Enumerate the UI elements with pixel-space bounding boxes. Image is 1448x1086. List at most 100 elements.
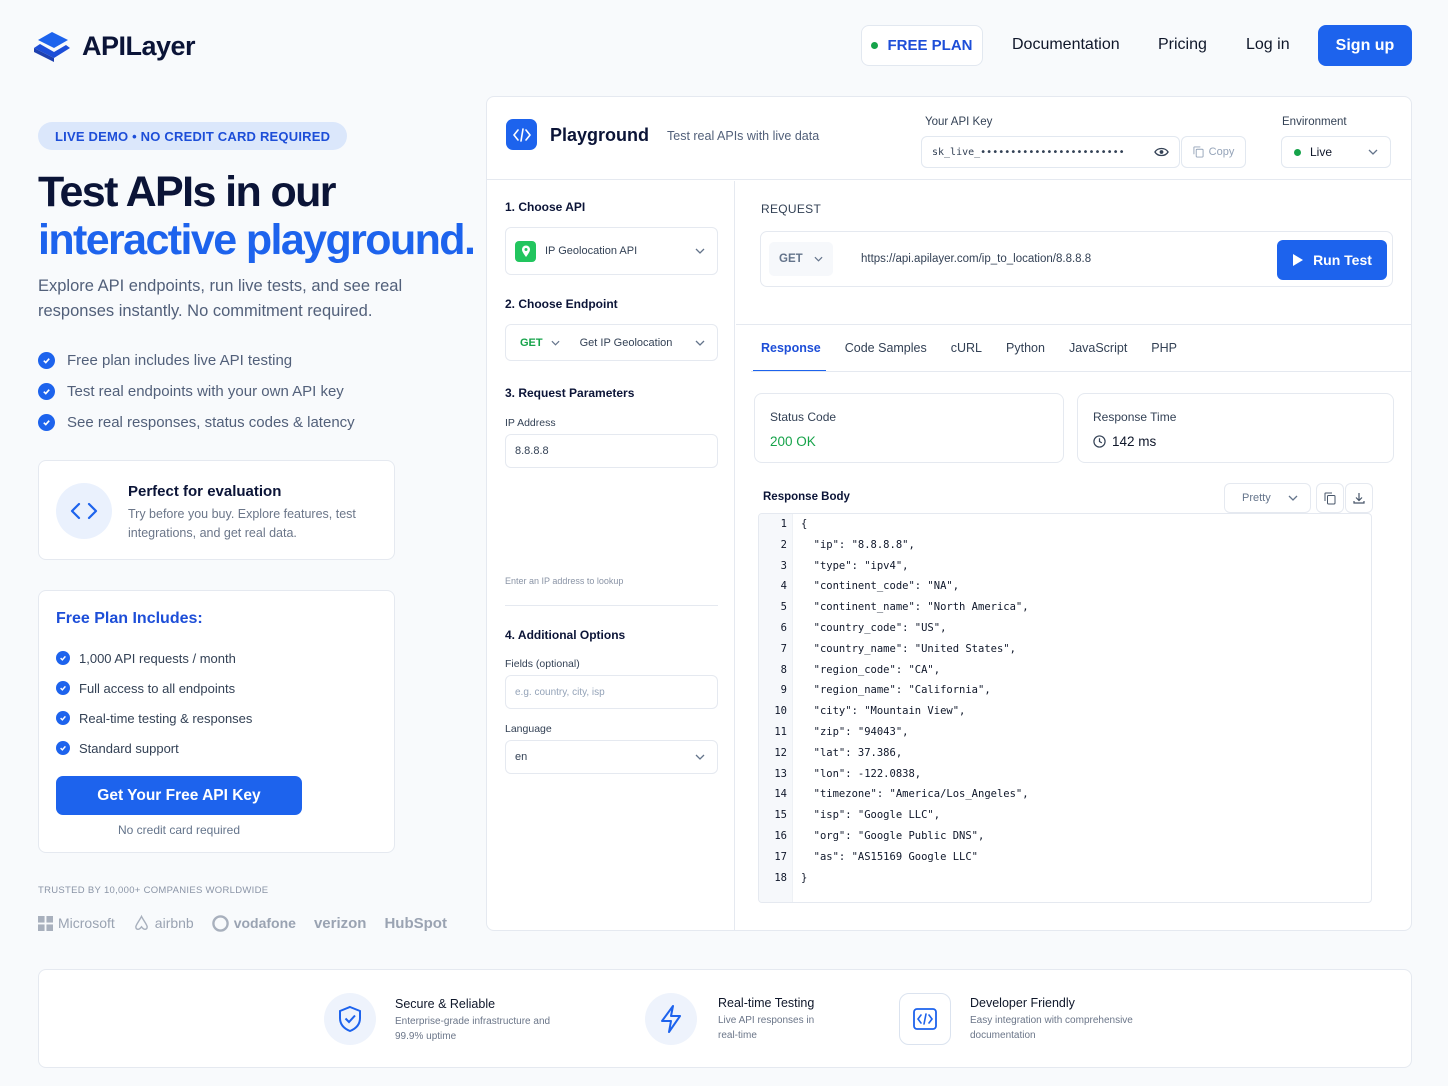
line-number: 3 <box>780 559 787 572</box>
list-item: Real-time testing & responses <box>56 703 252 733</box>
code-icon <box>506 119 537 150</box>
response-body-code[interactable]: 1 {2 "ip": "8.8.8.8", 3 "type": "ipv4", 4 "… <box>758 513 1372 903</box>
check-icon <box>56 741 70 755</box>
hero-lead: Explore API endpoints, run live tests, a… <box>38 277 403 320</box>
brand-logo[interactable]: APILayer <box>32 26 196 66</box>
feature-desc: Live API responses in real-time <box>718 1015 815 1041</box>
list-item: Free plan includes live API testing <box>38 345 355 376</box>
environment-select[interactable]: Live <box>1281 136 1391 168</box>
language-label: Language <box>505 723 552 735</box>
download-response-button[interactable] <box>1345 483 1373 513</box>
code-line: "region_code": "CA", <box>801 663 941 676</box>
evaluation-desc: Try before you buy. Explore features, te… <box>128 507 356 540</box>
request-bar: GET https://api.apilayer.com/ip_to_locat… <box>760 231 1393 287</box>
ip-address-label: IP Address <box>505 417 556 429</box>
check-icon <box>56 711 70 725</box>
line-number: 11 <box>774 726 787 738</box>
bullet-text: Test real endpoints with your own API ke… <box>67 383 344 400</box>
brand-name: verizon <box>313 914 367 932</box>
list-item: 1,000 API requests / month <box>56 643 252 673</box>
tab-code-samples[interactable]: Code Samples <box>845 341 927 355</box>
plan-item-text: Real-time testing & responses <box>79 710 253 726</box>
copy-icon <box>1193 146 1204 158</box>
divider <box>736 324 1411 325</box>
run-test-button[interactable]: Run Test <box>1277 240 1387 280</box>
response-tabs: Response Code Samples cURL Python JavaSc… <box>753 341 1177 372</box>
code-line: "region_name": "California", <box>801 684 991 697</box>
playground-subtitle: Test real APIs with live data <box>667 129 820 143</box>
nav-documentation[interactable]: Documentation <box>1012 36 1120 54</box>
request-method: GET <box>779 253 803 265</box>
nav-login[interactable]: Log in <box>1246 36 1290 54</box>
lightning-icon <box>645 993 697 1045</box>
shield-icon <box>324 993 376 1045</box>
api-select[interactable]: IP Geolocation API <box>505 227 718 275</box>
check-icon <box>38 414 55 431</box>
format-select[interactable]: Pretty <box>1224 483 1311 513</box>
playground-header: Playground Test real APIs with live data… <box>487 97 1411 180</box>
api-select-value: IP Geolocation API <box>545 245 638 257</box>
tab-response[interactable]: Response <box>753 341 826 372</box>
tab-python[interactable]: Python <box>1006 341 1045 355</box>
check-icon <box>56 681 70 695</box>
ip-address-input[interactable]: 8.8.8.8 <box>505 434 718 468</box>
line-number: 7 <box>780 642 787 655</box>
response-time-card: Response Time 142 ms <box>1077 393 1394 463</box>
hero-title: Test APIs in our interactive playground. <box>38 168 476 264</box>
get-api-key-button[interactable]: Get Your Free API Key <box>56 776 302 815</box>
tab-php[interactable]: PHP <box>1151 341 1177 355</box>
tab-curl[interactable]: cURL <box>951 341 982 355</box>
endpoint-select[interactable]: GET Get IP Geolocation <box>505 324 718 361</box>
code-line: "type": "ipv4", <box>801 559 909 572</box>
line-number: 6 <box>780 622 787 634</box>
plan-title: Free Plan Includes: <box>56 610 203 627</box>
signup-button[interactable]: Sign up <box>1318 25 1412 66</box>
language-select[interactable]: en <box>505 740 718 774</box>
feature-title: Secure & Reliable <box>395 997 496 1011</box>
chevron-down-icon <box>814 256 823 262</box>
request-url[interactable]: https://api.apilayer.com/ip_to_location/… <box>861 253 1091 265</box>
api-key-value: sk_live_•••••••••••••••••••••••• <box>932 146 1125 158</box>
live-demo-badge: LIVE DEMO • NO CREDIT CARD REQUIRED <box>38 122 348 150</box>
status-code-label: Status Code <box>770 410 837 424</box>
nav-pricing[interactable]: Pricing <box>1158 36 1207 54</box>
vodafone-logo: vodafone <box>211 914 296 932</box>
download-icon <box>1353 493 1365 504</box>
airbnb-logo: airbnb <box>133 914 194 932</box>
brand-name: HubSpot <box>384 914 447 932</box>
free-plan-label: FREE PLAN <box>887 37 973 54</box>
fields-input[interactable]: e.g. country, city, isp <box>505 675 718 709</box>
step-request-parameters: 3. Request Parameters <box>505 386 635 400</box>
microsoft-icon <box>38 915 53 931</box>
list-item: See real responses, status codes & laten… <box>38 407 355 438</box>
tab-javascript[interactable]: JavaScript <box>1069 341 1127 355</box>
request-method-select[interactable]: GET <box>769 242 833 276</box>
no-credit-card-note: No credit card required <box>117 823 241 837</box>
step-choose-api: 1. Choose API <box>505 200 586 214</box>
status-code-card: Status Code 200 OK <box>754 393 1064 463</box>
code-line: "ip": "8.8.8.8", <box>801 538 915 551</box>
copy-response-button[interactable] <box>1316 483 1344 513</box>
environment-label: Environment <box>1282 116 1347 128</box>
code-line: } <box>801 871 808 884</box>
brand-name: vodafone <box>233 915 296 931</box>
api-key-field[interactable]: sk_live_•••••••••••••••••••••••• <box>921 136 1180 168</box>
copy-icon <box>1324 492 1336 504</box>
bullet-text: Free plan includes live API testing <box>67 352 293 369</box>
copy-key-button[interactable]: Copy <box>1181 136 1246 168</box>
ip-address-hint: Enter an IP address to lookup <box>505 576 624 586</box>
code-line: "isp": "Google LLC", <box>801 809 941 822</box>
hero-title-line2: interactive playground. <box>38 216 476 264</box>
line-number: 8 <box>780 663 787 676</box>
divider <box>751 371 1411 372</box>
hubspot-logo: HubSpot <box>384 915 446 932</box>
environment-value: Live <box>1310 145 1333 159</box>
status-code-value: 200 OK <box>770 434 816 449</box>
list-item: Test real endpoints with your own API ke… <box>38 376 355 407</box>
code-line: "lon": -122.0838, <box>801 767 922 780</box>
microsoft-logo: Microsoft <box>38 915 115 931</box>
free-plan-badge[interactable]: FREE PLAN <box>861 25 983 66</box>
run-test-label: Run Test <box>1313 252 1372 268</box>
code-line: "continent_name": "North America", <box>801 601 1029 614</box>
eye-icon[interactable] <box>1154 147 1169 157</box>
